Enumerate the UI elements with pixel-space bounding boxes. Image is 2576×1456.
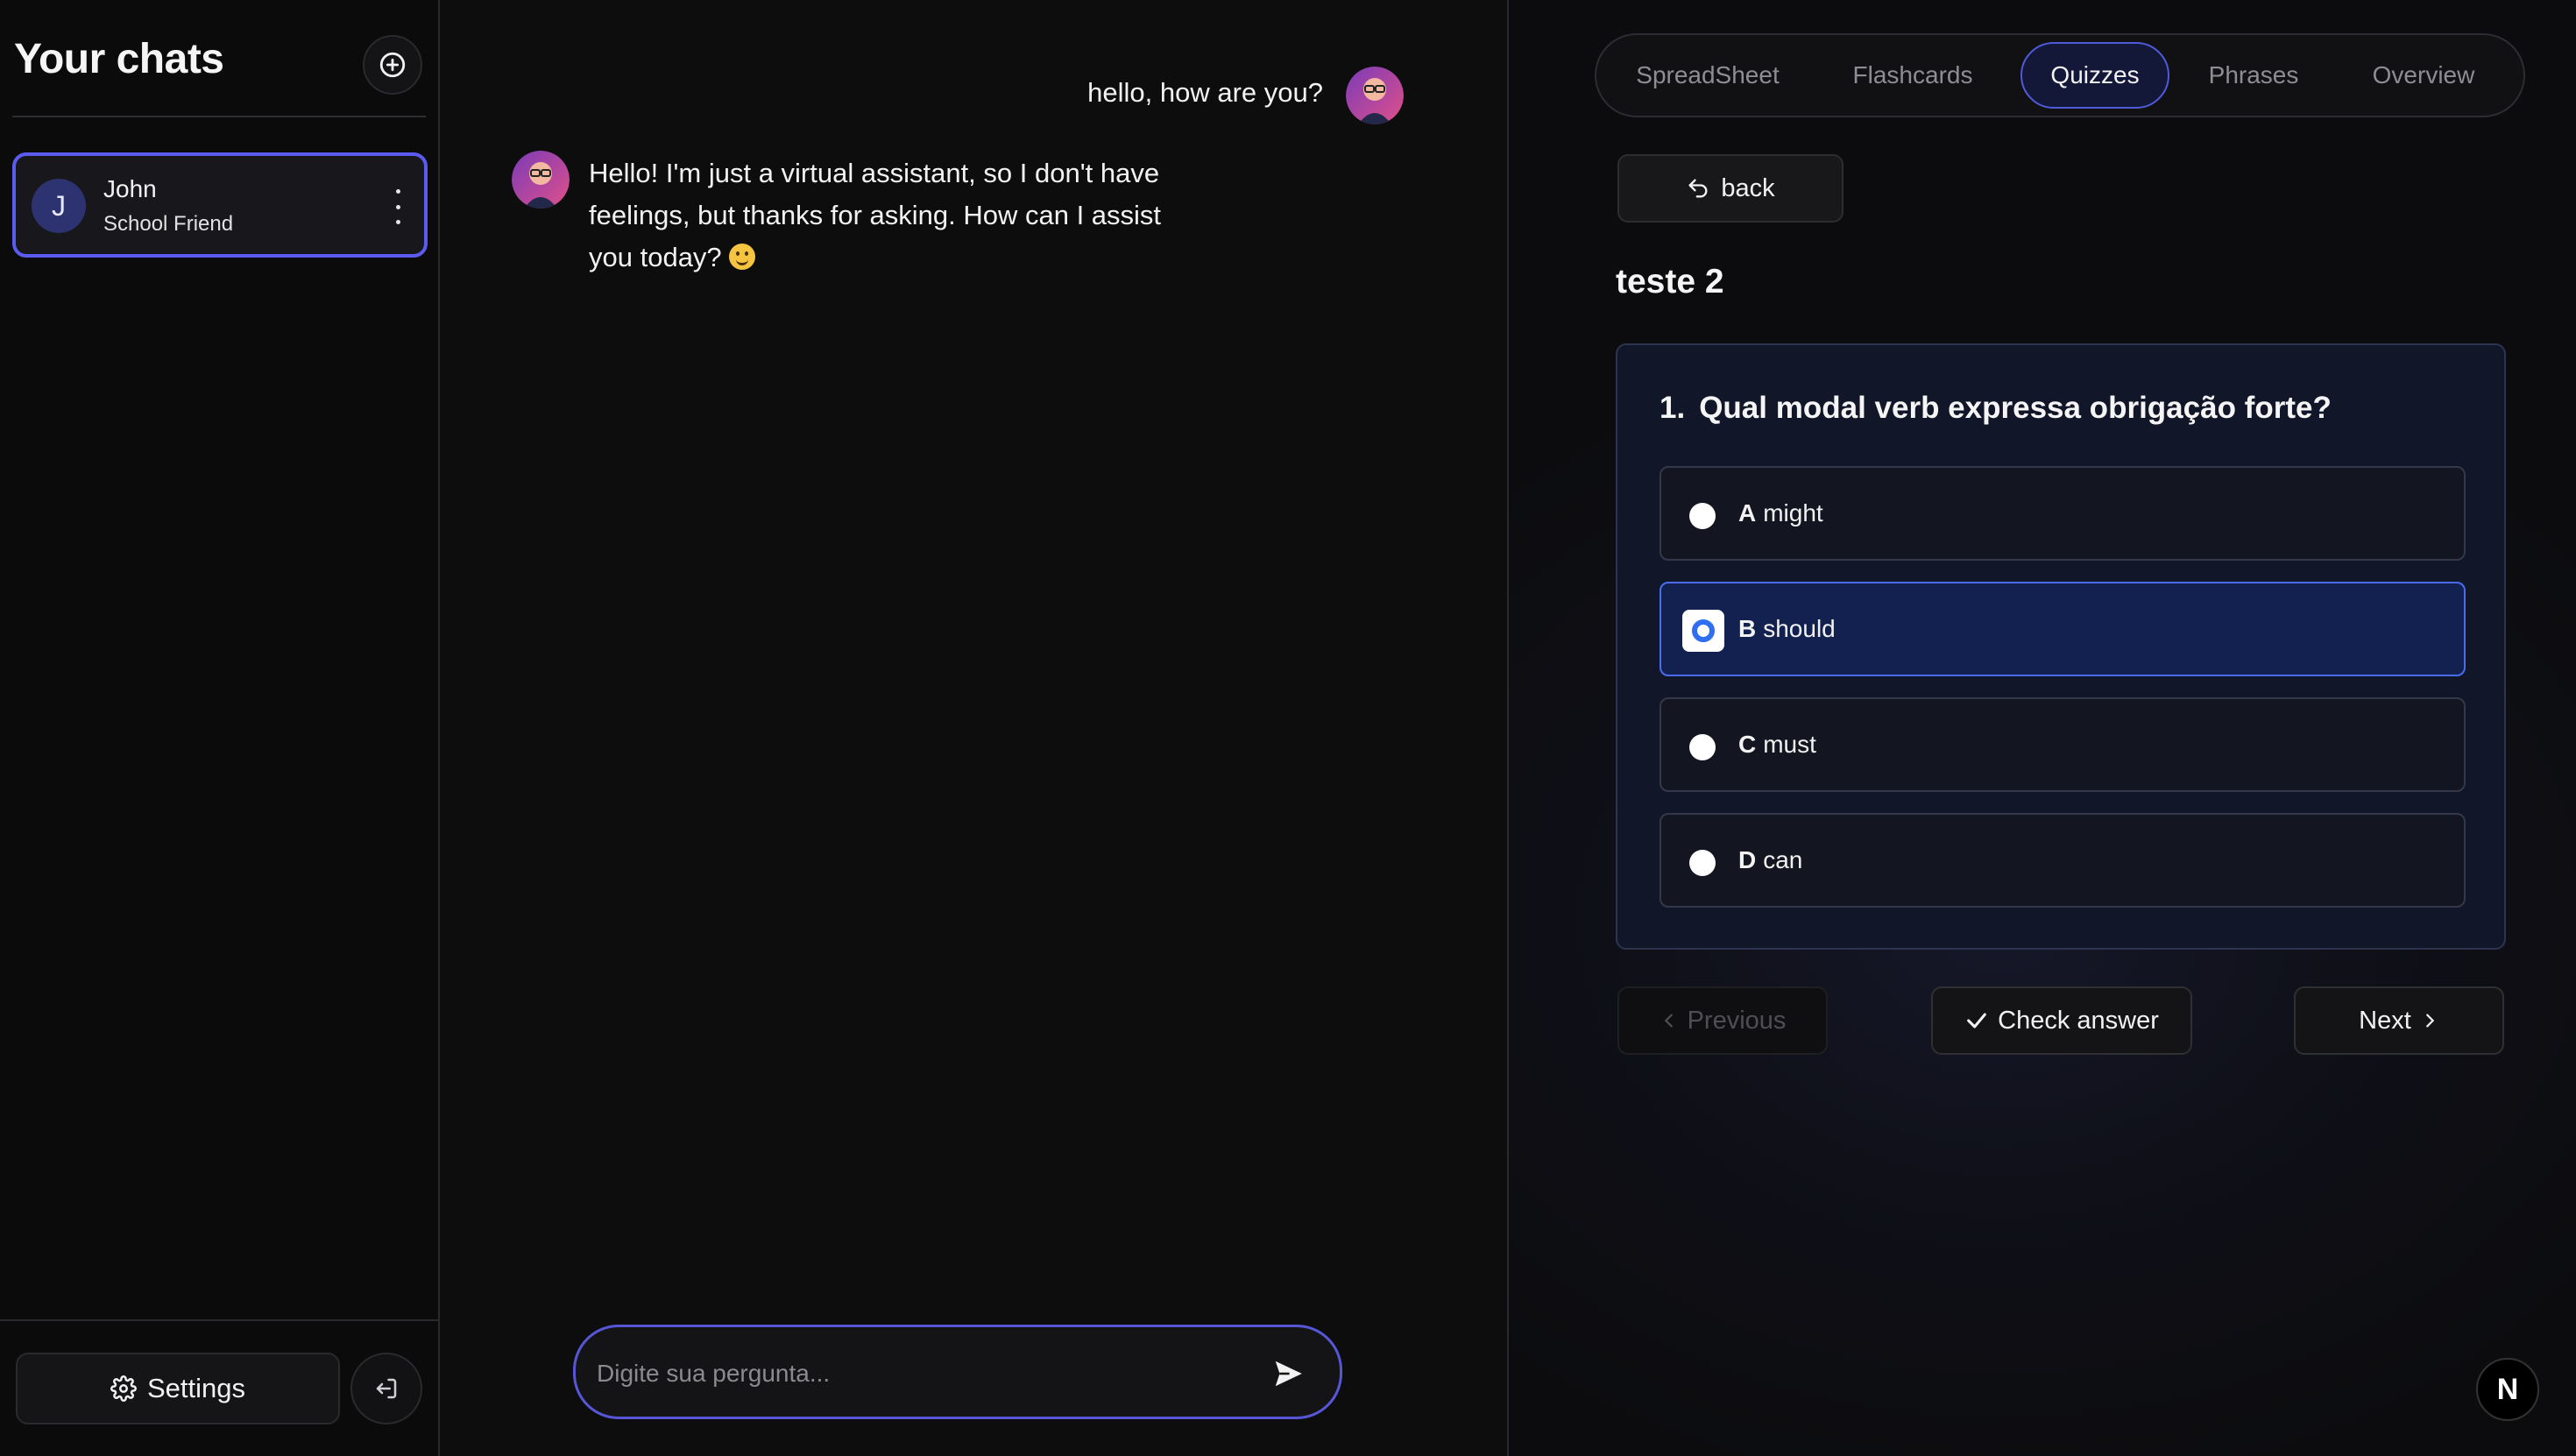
avatar: J — [32, 179, 86, 233]
option-label: Bshould — [1738, 615, 1836, 642]
radio-button-selected[interactable] — [1682, 610, 1724, 652]
user-message: hello, how are you? — [1087, 77, 1323, 108]
sidebar-title: Your chats — [14, 36, 224, 82]
check-answer-label: Check answer — [1998, 1006, 2159, 1035]
sidebar: Your chats J John School Friend Settings — [0, 0, 440, 1456]
chat-list-item[interactable]: J John School Friend — [12, 152, 428, 258]
answer-option-d[interactable]: Dcan — [1660, 813, 2466, 908]
settings-button[interactable]: Settings — [16, 1353, 340, 1424]
quiz-card: 1. Qual modal verb expressa obrigação for… — [1616, 343, 2506, 950]
assistant-avatar — [512, 151, 570, 209]
tab-quizzes[interactable]: Quizzes — [2020, 42, 2169, 109]
logout-button[interactable] — [350, 1353, 422, 1424]
back-label: back — [1721, 173, 1775, 202]
answer-option-c[interactable]: Cmust — [1660, 697, 2466, 792]
chat-subtitle: School Friend — [103, 212, 234, 236]
tab-spreadsheet[interactable]: SpreadSheet — [1610, 42, 1805, 109]
option-label: Dcan — [1738, 846, 1803, 873]
next-button[interactable]: Next — [2294, 986, 2504, 1055]
new-chat-button[interactable] — [363, 35, 422, 95]
option-label: Cmust — [1738, 731, 1816, 758]
sidebar-bottom-divider — [0, 1319, 438, 1321]
radio-button[interactable] — [1689, 734, 1716, 760]
chevron-left-icon — [1664, 1014, 1673, 1028]
radio-button[interactable] — [1689, 503, 1716, 529]
question-number: 1. — [1660, 391, 1686, 425]
send-button[interactable] — [1266, 1352, 1310, 1396]
tab-overview[interactable]: Overview — [2338, 42, 2509, 109]
option-label: Amight — [1738, 499, 1823, 527]
logout-icon — [376, 1378, 397, 1399]
user-avatar — [1346, 67, 1404, 124]
chevron-right-icon — [2425, 1014, 2435, 1028]
next-label: Next — [2359, 1006, 2411, 1035]
send-icon — [1275, 1361, 1302, 1387]
previous-label: Previous — [1687, 1006, 1787, 1035]
quiz-title: teste 2 — [1616, 263, 1724, 300]
smiley-emoji-icon — [729, 244, 756, 270]
check-answer-button[interactable]: Check answer — [1931, 986, 2192, 1055]
framework-badge[interactable]: N — [2476, 1358, 2539, 1421]
tab-flashcards[interactable]: Flashcards — [1814, 42, 2012, 109]
study-tabs: SpreadSheet Flashcards Quizzes Phrases O… — [1595, 33, 2525, 117]
assistant-message-text: Hello! I'm just a virtual assistant, so … — [589, 158, 1162, 272]
settings-label: Settings — [146, 1373, 245, 1403]
question-text: 1. Qual modal verb expressa obrigação for… — [1660, 391, 2332, 426]
undo-arrow-icon — [1688, 179, 1708, 198]
check-icon — [1967, 1013, 1986, 1028]
radio-button[interactable] — [1689, 850, 1716, 876]
chat-area: hello, how are you? Hello! I'm just a vi… — [440, 0, 1509, 1456]
more-vertical-icon[interactable] — [393, 189, 403, 224]
sidebar-divider — [12, 116, 426, 117]
question-label: Qual modal verb expressa obrigação forte… — [1699, 391, 2332, 425]
back-button[interactable]: back — [1617, 154, 1844, 223]
assistant-message: Hello! I'm just a virtual assistant, so … — [589, 152, 1167, 279]
plus-circle-icon — [379, 52, 406, 78]
answer-option-b[interactable]: Bshould — [1660, 582, 2466, 676]
tab-phrases[interactable]: Phrases — [2178, 42, 2329, 109]
previous-button[interactable]: Previous — [1617, 986, 1828, 1055]
gear-icon — [110, 1375, 137, 1402]
app: Your chats J John School Friend Settings — [0, 0, 2576, 1456]
chat-input[interactable] — [595, 1352, 1247, 1396]
study-panel: SpreadSheet Flashcards Quizzes Phrases O… — [1509, 0, 2576, 1456]
chat-name: John — [103, 175, 157, 202]
answer-option-a[interactable]: Amight — [1660, 466, 2466, 561]
chat-input-container — [573, 1325, 1342, 1419]
